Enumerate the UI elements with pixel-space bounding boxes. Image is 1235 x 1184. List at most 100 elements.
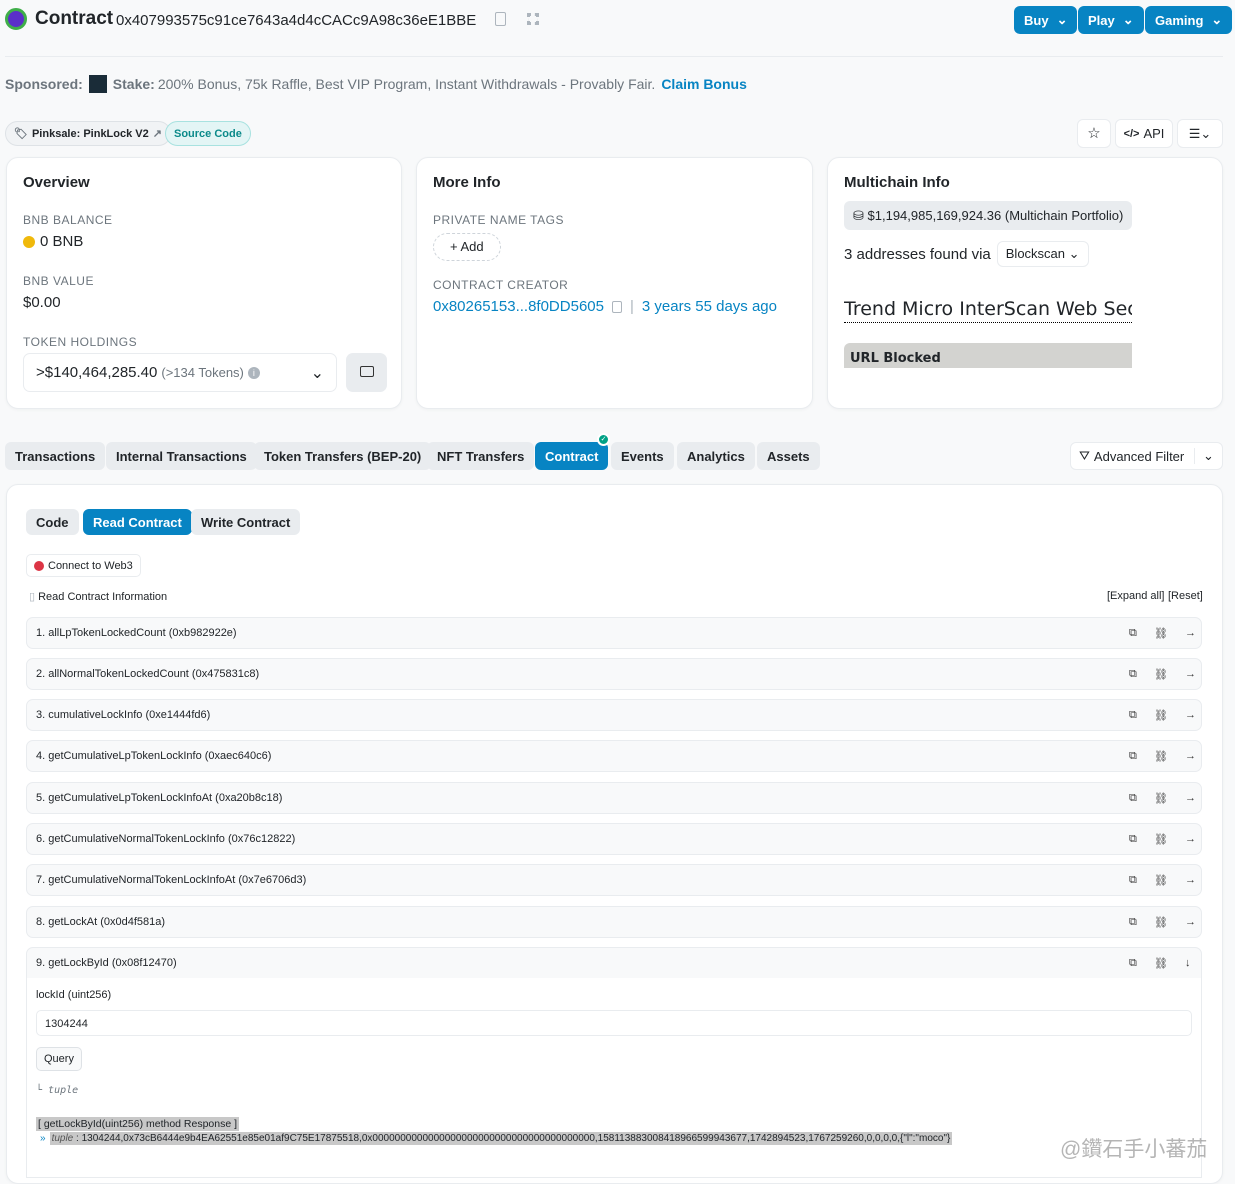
lockid-input[interactable]: 1304244 <box>36 1010 1192 1036</box>
more-options-button[interactable]: ☰⌄ <box>1177 119 1223 148</box>
method-row[interactable]: 5. getCumulativeLpTokenLockInfoAt (0xa20… <box>26 782 1202 814</box>
creation-tx-link[interactable]: 3 years 55 days ago <box>642 298 777 315</box>
bnb-value: $0.00 <box>23 294 61 311</box>
wallet-button[interactable] <box>346 353 387 392</box>
subtab-code[interactable]: Code <box>26 509 79 535</box>
arrow-right-icon[interactable]: → <box>1185 627 1196 639</box>
overview-title: Overview <box>23 174 90 191</box>
name-tag-badge[interactable]: 🏷 Pinksale: PinkLock V2 ↗ <box>5 121 171 146</box>
subtab-read-contract[interactable]: Read Contract <box>83 509 192 535</box>
method-row[interactable]: 1. allLpTokenLockedCount (0xb982922e) ⧉ … <box>26 617 1202 649</box>
play-button[interactable]: Play ⌄ <box>1078 6 1144 34</box>
blockscan-dropdown[interactable]: Blockscan ⌄ <box>996 241 1089 267</box>
multichain-portfolio-badge[interactable]: ⛁ $1,194,985,169,924.36 (Multichain Port… <box>844 201 1133 230</box>
tab-internal-transactions[interactable]: Internal Transactions <box>106 442 257 470</box>
tab-analytics[interactable]: Analytics <box>677 442 755 470</box>
link-icon[interactable]: ⛓ <box>1154 627 1168 640</box>
sponsor-brand: Stake: <box>112 76 155 92</box>
coins-icon: ⛁ <box>853 208 868 223</box>
copy-icon[interactable]: ⧉ <box>1129 668 1137 681</box>
chevron-down-icon[interactable]: ⌄ <box>1194 448 1222 464</box>
tab-events[interactable]: Events <box>611 442 674 470</box>
gaming-button[interactable]: Gaming ⌄ <box>1145 6 1233 34</box>
arrow-right-icon[interactable]: → <box>1185 792 1196 804</box>
expand-all-link[interactable]: [Expand all] <box>1107 590 1164 602</box>
method-row[interactable]: 8. getLockAt (0x0d4f581a) ⧉ ⛓ → <box>26 906 1202 938</box>
qr-code-icon[interactable] <box>527 13 539 25</box>
bnb-value-label: BNB VALUE <box>23 274 94 288</box>
add-tag-button[interactable]: + Add <box>433 233 501 261</box>
query-button[interactable]: Query <box>36 1047 82 1071</box>
reset-link[interactable]: [Reset] <box>1168 590 1203 602</box>
token-holdings-value: >$140,464,285.40 <box>36 364 158 381</box>
method-row[interactable]: 4. getCumulativeLpTokenLockInfo (0xaec64… <box>26 740 1202 772</box>
source-code-badge[interactable]: Source Code <box>165 121 251 146</box>
connect-web3-button[interactable]: Connect to Web3 <box>26 554 141 577</box>
disconnected-dot-icon <box>34 560 44 571</box>
buy-label: Buy <box>1024 12 1049 28</box>
method-row[interactable]: 6. getCumulativeNormalTokenLockInfo (0x7… <box>26 823 1202 855</box>
method-name: 9. getLockById (0x08f12470) <box>36 957 177 969</box>
copy-icon[interactable]: ⧉ <box>1129 627 1137 640</box>
copy-icon[interactable] <box>495 12 506 26</box>
link-icon[interactable]: ⛓ <box>1154 874 1168 887</box>
response-value-text: 1304244,0x73cB6444e9b4EA62551e85e01af9C7… <box>81 1133 951 1144</box>
play-label: Play <box>1088 12 1115 28</box>
method-row[interactable]: 2. allNormalTokenLockedCount (0x475831c8… <box>26 658 1202 690</box>
method-name: 3. cumulativeLockInfo (0xe1444fd6) <box>36 709 211 721</box>
read-contract-info: ▯ Read Contract Information <box>29 590 167 603</box>
token-holdings-dropdown[interactable]: >$140,464,285.40 (>134 Tokens) i ⌄ <box>23 353 337 392</box>
blockscan-label: Blockscan <box>1005 246 1066 261</box>
add-label: Add <box>460 239 484 254</box>
creator-address-link[interactable]: 0x80265153...8f0DD5605 <box>433 298 604 315</box>
star-icon: ☆ <box>1087 125 1101 142</box>
copy-icon[interactable]: ⧉ <box>1129 916 1137 929</box>
copy-icon[interactable]: ⧉ <box>1129 709 1137 722</box>
link-icon[interactable]: ⛓ <box>1154 668 1168 681</box>
copy-icon[interactable] <box>611 300 622 313</box>
filter-icon: ⛛ <box>1079 448 1090 463</box>
favorite-button[interactable]: ☆ <box>1077 119 1111 148</box>
arrow-right-icon[interactable]: → <box>1185 709 1196 721</box>
link-icon[interactable]: ⛓ <box>1154 709 1168 722</box>
link-icon[interactable]: ⛓ <box>1154 792 1168 805</box>
api-button[interactable]: </> API <box>1115 119 1173 148</box>
method-row[interactable]: 9. getLockById (0x08f12470) ⧉ ⛓ ↓ <box>26 947 1202 979</box>
contract-logo-icon <box>5 8 27 30</box>
copy-icon[interactable]: ⧉ <box>1129 874 1137 887</box>
link-icon[interactable]: ⛓ <box>1154 957 1168 970</box>
link-icon[interactable]: ⛓ <box>1154 916 1168 929</box>
copy-icon[interactable]: ⧉ <box>1129 750 1137 763</box>
link-icon[interactable]: ⛓ <box>1154 833 1168 846</box>
copy-icon[interactable]: ⧉ <box>1129 833 1137 846</box>
method-row[interactable]: 7. getCumulativeNormalTokenLockInfoAt (0… <box>26 864 1202 896</box>
document-icon: ▯ <box>29 591 39 603</box>
claim-bonus-link[interactable]: Claim Bonus <box>661 76 747 92</box>
tab-nft-transfers[interactable]: NFT Transfers <box>427 442 535 470</box>
arrow-right-icon[interactable]: → <box>1185 668 1196 680</box>
tab-token-transfers[interactable]: Token Transfers (BEP-20) <box>254 442 432 470</box>
verified-check-icon: ✓ <box>597 433 610 446</box>
info-icon: i <box>247 366 260 379</box>
private-tags-label: PRIVATE NAME TAGS <box>433 213 564 227</box>
overview-card: Overview BNB BALANCE 0 BNB BNB VALUE $0.… <box>6 157 402 409</box>
arrow-right-icon[interactable]: → <box>1185 916 1196 928</box>
copy-icon[interactable]: ⧉ <box>1129 792 1137 805</box>
tab-contract[interactable]: Contract <box>535 442 609 470</box>
copy-icon[interactable]: ⧉ <box>1129 957 1137 970</box>
buy-button[interactable]: Buy ⌄ <box>1014 6 1078 34</box>
tab-assets[interactable]: Assets <box>757 442 820 470</box>
gaming-label: Gaming <box>1155 12 1204 28</box>
arrow-right-icon[interactable]: → <box>1185 750 1196 762</box>
arrow-right-icon[interactable]: → <box>1185 833 1196 845</box>
arrow-right-icon[interactable]: → <box>1185 874 1196 886</box>
tab-transactions[interactable]: Transactions <box>5 442 106 470</box>
subtab-write-contract[interactable]: Write Contract <box>191 509 301 535</box>
link-icon[interactable]: ⛓ <box>1154 750 1168 763</box>
bnb-balance: 0 BNB <box>23 233 83 250</box>
arrow-down-icon[interactable]: ↓ <box>1185 957 1191 969</box>
advanced-filter-label: Advanced Filter <box>1093 448 1185 464</box>
return-type: └ tuple <box>36 1085 79 1096</box>
method-row[interactable]: 3. cumulativeLockInfo (0xe1444fd6) ⧉ ⛓ → <box>26 699 1202 731</box>
advanced-filter-button[interactable]: ⛛ Advanced Filter ⌄ <box>1070 442 1223 470</box>
